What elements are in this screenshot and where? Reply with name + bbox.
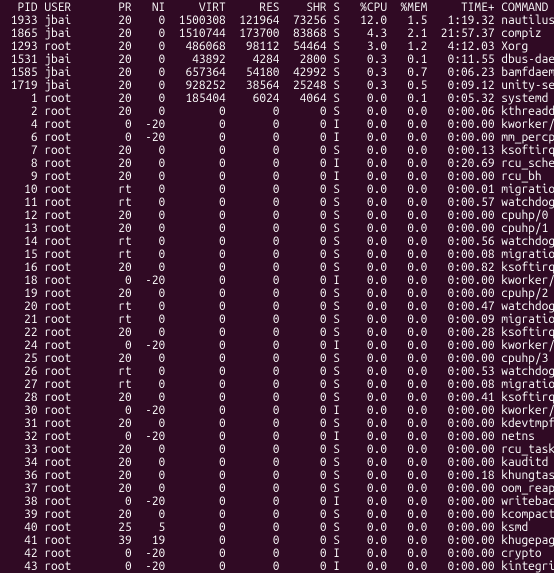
table-row[interactable]: 19 root 20 0 0 0 0 S 0.0 0.0 0:00.00 cpu… — [4, 287, 550, 300]
table-header: PID USER PR NI VIRT RES SHR S %CPU %MEM … — [4, 1, 550, 14]
table-row[interactable]: 30 root 0 -20 0 0 0 I 0.0 0.0 0:00.00 kw… — [4, 404, 550, 417]
table-row[interactable]: 9 root 20 0 0 0 0 I 0.0 0.0 0:00.00 rcu_… — [4, 170, 550, 183]
table-row[interactable]: 1531 jbai 20 0 43892 4284 2800 S 0.3 0.1… — [4, 53, 550, 66]
table-row[interactable]: 38 root 0 -20 0 0 0 I 0.0 0.0 0:00.00 wr… — [4, 495, 550, 508]
table-row[interactable]: 16 root 20 0 0 0 0 S 0.0 0.0 0:00.82 kso… — [4, 261, 550, 274]
table-row[interactable]: 37 root 20 0 0 0 0 S 0.0 0.0 0:00.00 oom… — [4, 482, 550, 495]
table-row[interactable]: 34 root 20 0 0 0 0 S 0.0 0.0 0:00.00 kau… — [4, 456, 550, 469]
table-row[interactable]: 1585 jbai 20 0 657364 54180 42992 S 0.3 … — [4, 66, 550, 79]
table-row[interactable]: 25 root 20 0 0 0 0 S 0.0 0.0 0:00.00 cpu… — [4, 352, 550, 365]
table-row[interactable]: 39 root 20 0 0 0 0 S 0.0 0.0 0:00.00 kco… — [4, 508, 550, 521]
table-row[interactable]: 33 root 20 0 0 0 0 S 0.0 0.0 0:00.00 rcu… — [4, 443, 550, 456]
table-row[interactable]: 1293 root 20 0 486068 98112 54464 S 3.0 … — [4, 40, 550, 53]
table-row[interactable]: 20 root rt 0 0 0 0 S 0.0 0.0 0:00.47 wat… — [4, 300, 550, 313]
table-row[interactable]: 14 root rt 0 0 0 0 S 0.0 0.0 0:00.56 wat… — [4, 235, 550, 248]
top-process-table: PID USER PR NI VIRT RES SHR S %CPU %MEM … — [4, 1, 550, 573]
table-row[interactable]: 1719 jbai 20 0 928252 38564 25248 S 0.3 … — [4, 79, 550, 92]
table-row[interactable]: 31 root 20 0 0 0 0 S 0.0 0.0 0:00.00 kde… — [4, 417, 550, 430]
table-row[interactable]: 24 root 0 -20 0 0 0 I 0.0 0.0 0:00.00 kw… — [4, 339, 550, 352]
table-row[interactable]: 12 root 20 0 0 0 0 S 0.0 0.0 0:00.00 cpu… — [4, 209, 550, 222]
table-row[interactable]: 21 root rt 0 0 0 0 S 0.0 0.0 0:00.09 mig… — [4, 313, 550, 326]
table-row[interactable]: 43 root 0 -20 0 0 0 I 0.0 0.0 0:00.00 ki… — [4, 560, 550, 573]
table-row[interactable]: 7 root 20 0 0 0 0 S 0.0 0.0 0:00.13 ksof… — [4, 144, 550, 157]
table-row[interactable]: 10 root rt 0 0 0 0 S 0.0 0.0 0:00.01 mig… — [4, 183, 550, 196]
table-row[interactable]: 13 root 20 0 0 0 0 S 0.0 0.0 0:00.00 cpu… — [4, 222, 550, 235]
table-row[interactable]: 36 root 20 0 0 0 0 S 0.0 0.0 0:00.18 khu… — [4, 469, 550, 482]
table-row[interactable]: 42 root 0 -20 0 0 0 I 0.0 0.0 0:00.00 cr… — [4, 547, 550, 560]
table-row[interactable]: 6 root 0 -20 0 0 0 I 0.0 0.0 0:00.00 mm_… — [4, 131, 550, 144]
table-row[interactable]: 15 root rt 0 0 0 0 S 0.0 0.0 0:00.08 mig… — [4, 248, 550, 261]
table-row[interactable]: 28 root 20 0 0 0 0 S 0.0 0.0 0:00.41 kso… — [4, 391, 550, 404]
table-row[interactable]: 40 root 25 5 0 0 0 S 0.0 0.0 0:00.00 ksm… — [4, 521, 550, 534]
table-row[interactable]: 1865 jbai 20 0 1510744 173700 83868 S 4.… — [4, 27, 550, 40]
table-row[interactable]: 11 root rt 0 0 0 0 S 0.0 0.0 0:00.57 wat… — [4, 196, 550, 209]
table-row[interactable]: 22 root 20 0 0 0 0 S 0.0 0.0 0:00.28 kso… — [4, 326, 550, 339]
table-row[interactable]: 32 root 0 -20 0 0 0 I 0.0 0.0 0:00.00 ne… — [4, 430, 550, 443]
table-row[interactable]: 1933 jbai 20 0 1500308 121964 73256 S 12… — [4, 14, 550, 27]
table-row[interactable]: 2 root 20 0 0 0 0 S 0.0 0.0 0:00.06 kthr… — [4, 105, 550, 118]
table-row[interactable]: 4 root 0 -20 0 0 0 I 0.0 0.0 0:00.00 kwo… — [4, 118, 550, 131]
table-row[interactable]: 18 root 0 -20 0 0 0 I 0.0 0.0 0:00.00 kw… — [4, 274, 550, 287]
table-row[interactable]: 1 root 20 0 185404 6024 4064 S 0.0 0.1 0… — [4, 92, 550, 105]
table-row[interactable]: 41 root 39 19 0 0 0 S 0.0 0.0 0:00.00 kh… — [4, 534, 550, 547]
table-row[interactable]: 26 root rt 0 0 0 0 S 0.0 0.0 0:00.53 wat… — [4, 365, 550, 378]
table-row[interactable]: 27 root rt 0 0 0 0 S 0.0 0.0 0:00.08 mig… — [4, 378, 550, 391]
table-row[interactable]: 8 root 20 0 0 0 0 I 0.0 0.0 0:20.69 rcu_… — [4, 157, 550, 170]
